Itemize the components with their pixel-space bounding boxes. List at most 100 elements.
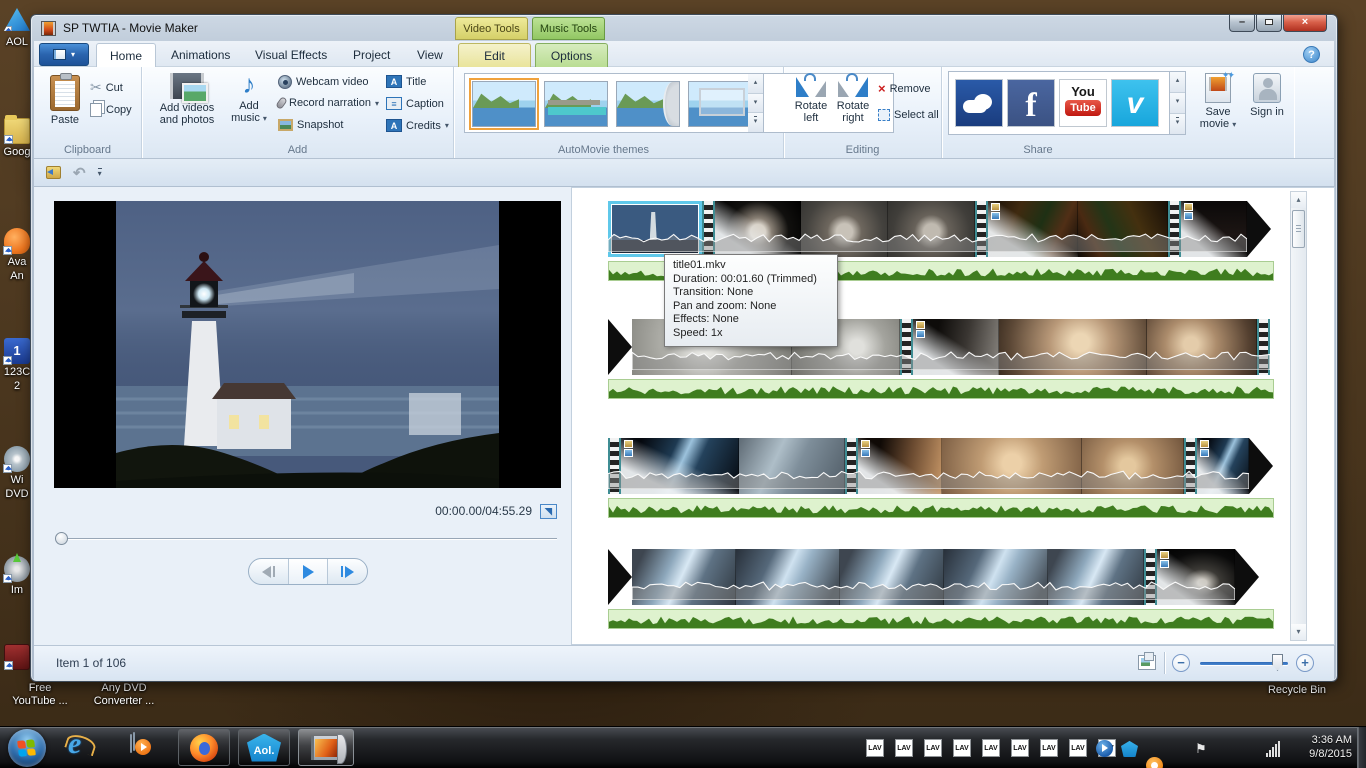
seek-thumb[interactable] [55, 532, 68, 545]
webcam-video-button[interactable]: Webcam video [278, 75, 369, 89]
fullscreen-button[interactable]: ◥ [540, 503, 557, 519]
taskbar-clock[interactable]: 3:36 AM 9/8/2015 [1309, 733, 1352, 761]
desktop-icon-recycle-bin[interactable]: Recycle Bin [1250, 684, 1344, 697]
close-button[interactable]: × [1283, 15, 1327, 32]
desktop-icon-imgburn[interactable]: Im [1, 553, 33, 596]
tray-updater-icon[interactable] [1146, 757, 1163, 768]
theme-contemporary[interactable] [544, 81, 608, 127]
desktop-icon-windvd[interactable]: Wi DVD [1, 446, 33, 500]
action-center-icon[interactable]: ⚑ [1195, 740, 1212, 757]
desktop-icon-free-youtube[interactable]: Free YouTube ... [0, 682, 80, 708]
vimeo-icon[interactable]: v [1111, 79, 1159, 127]
previous-frame-button[interactable] [249, 559, 289, 584]
tab-project[interactable]: Project [340, 43, 403, 67]
tab-animations[interactable]: Animations [158, 43, 243, 67]
scroll-up-button[interactable]: ▴ [1291, 192, 1306, 208]
title-bar[interactable]: SP TWTIA - Movie Maker [31, 15, 1337, 41]
customize-toolbar-icon[interactable]: ▾ [97, 167, 102, 178]
play-button[interactable] [288, 559, 329, 584]
credits-button[interactable]: A Credits ▾ [386, 119, 449, 132]
help-button[interactable]: ? [1303, 46, 1320, 63]
network-icon[interactable] [1266, 740, 1283, 757]
taskbar-aol[interactable]: Aol. [238, 729, 290, 766]
paste-button[interactable]: Paste [42, 73, 88, 126]
lav-filter-tray-icon[interactable]: LAV [866, 739, 884, 757]
gallery-scroll-up[interactable]: ▴ [1170, 72, 1185, 93]
thumbnail-view-icon[interactable] [1138, 652, 1156, 670]
taskbar-media-player[interactable] [130, 732, 132, 753]
tray-aol-icon[interactable] [1121, 740, 1138, 757]
lav-filter-tray-icon[interactable]: LAV [924, 739, 942, 757]
maximize-button[interactable] [1256, 15, 1282, 32]
lav-filter-tray-icon[interactable]: LAV [1011, 739, 1029, 757]
desktop-icon-anydvd-converter[interactable]: Any DVD Converter ... [80, 682, 168, 708]
tab-visual-effects[interactable]: Visual Effects [242, 43, 340, 67]
theme-cinematic[interactable] [616, 81, 680, 127]
rotate-left-button[interactable]: Rotate left [790, 73, 832, 124]
theme-default[interactable] [469, 78, 539, 130]
lav-filter-tray-icon[interactable]: LAV [1069, 739, 1087, 757]
desktop-icon-google[interactable]: Goog [1, 115, 33, 158]
lav-filter-tray-icon[interactable]: LAV [1040, 739, 1058, 757]
record-narration-button[interactable]: Record narration ▾ [275, 96, 379, 110]
zoom-out-button[interactable]: − [1172, 654, 1190, 672]
lav-filter-tray-icon[interactable]: LAV [982, 739, 1000, 757]
desktop-icon-partial[interactable] [1, 644, 33, 670]
shortcut-arrow-icon [3, 464, 12, 473]
sign-in-icon [1253, 73, 1281, 103]
show-desktop-button[interactable] [1357, 727, 1366, 768]
file-menu-button[interactable]: ▾ [39, 43, 89, 66]
video-preview[interactable] [54, 201, 561, 488]
tab-view[interactable]: View [404, 43, 456, 67]
cut-button[interactable]: ✂ Cut [90, 79, 123, 96]
gallery-expand[interactable]: ▾ [1170, 114, 1185, 134]
copy-icon [90, 103, 102, 117]
import-icon[interactable] [46, 166, 61, 179]
taskbar-movie-maker[interactable] [298, 729, 354, 766]
seek-track[interactable] [61, 538, 557, 540]
rotate-right-button[interactable]: Rotate right [832, 73, 874, 124]
audio-track[interactable] [608, 609, 1274, 629]
undo-icon[interactable]: ↶ [73, 164, 86, 182]
pan-zoom-indicator-icon [1184, 203, 1194, 221]
snapshot-button[interactable]: Snapshot [278, 119, 343, 131]
lav-filter-tray-icon[interactable]: LAV [895, 739, 913, 757]
scroll-down-button[interactable]: ▾ [1291, 624, 1306, 640]
audio-track[interactable] [608, 379, 1274, 399]
theme-fade[interactable] [688, 81, 752, 127]
desktop-icon-avast[interactable]: Ava An [1, 228, 33, 282]
gallery-scroll-down[interactable]: ▾ [748, 93, 763, 114]
scroll-thumb[interactable] [1292, 210, 1305, 248]
gallery-scroll-up[interactable]: ▴ [748, 74, 763, 94]
copy-button[interactable]: Copy [90, 103, 132, 117]
gallery-expand[interactable]: ▾ [748, 113, 763, 133]
desktop-icon-123copy[interactable]: 1 123C 2 [1, 338, 33, 392]
lav-filter-tray-icon[interactable]: LAV [953, 739, 971, 757]
sign-in-button[interactable]: Sign in [1248, 73, 1286, 118]
caption-button[interactable]: ≡ Caption [386, 97, 444, 110]
desktop-icon-aol[interactable]: AOL [1, 8, 33, 48]
taskbar-firefox[interactable] [178, 729, 230, 766]
taskbar-internet-explorer[interactable]: e [68, 727, 81, 761]
select-all-button[interactable]: Select all [878, 109, 939, 121]
save-movie-button[interactable]: Save movie ▾ [1194, 69, 1242, 131]
tab-edit[interactable]: Edit [458, 43, 531, 67]
tab-home[interactable]: Home [96, 43, 157, 67]
facebook-icon[interactable]: f [1007, 79, 1055, 127]
zoom-in-button[interactable]: + [1296, 654, 1314, 672]
start-button[interactable] [8, 729, 46, 767]
minimize-button[interactable]: – [1229, 15, 1255, 32]
gallery-scroll-down[interactable]: ▾ [1170, 93, 1185, 114]
next-frame-button[interactable] [328, 559, 367, 584]
title-button[interactable]: A Title [386, 75, 426, 88]
tray-media-icon[interactable] [1096, 740, 1113, 757]
audio-track[interactable] [608, 498, 1274, 518]
timeline-scrollbar[interactable]: ▴ ▾ [1290, 191, 1307, 641]
tab-options[interactable]: Options [535, 43, 608, 67]
youtube-icon[interactable]: You Tube [1059, 79, 1107, 127]
remove-button[interactable]: × Remove [878, 81, 931, 96]
add-videos-button[interactable]: Add videos and photos [152, 73, 222, 126]
onedrive-icon[interactable] [955, 79, 1003, 127]
add-music-button[interactable]: ♪ Add music ▾ [228, 71, 270, 125]
zoom-slider-thumb[interactable] [1272, 654, 1283, 671]
